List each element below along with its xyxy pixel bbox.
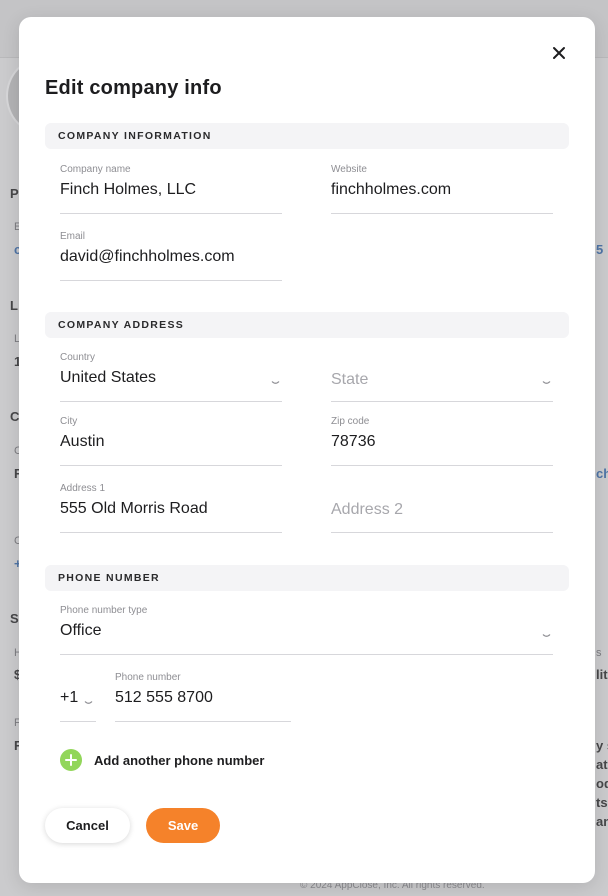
website-field[interactable]: Website finchholmes.com	[331, 164, 553, 214]
field-label: Zip code	[331, 416, 370, 427]
phone-number-field[interactable]: Phone number 512 555 8700	[115, 672, 291, 722]
section-title: COMPANY ADDRESS	[58, 319, 185, 331]
add-phone-number-label: Add another phone number	[94, 752, 265, 768]
add-phone-number-button[interactable]: Add another phone number	[60, 748, 264, 772]
zip-code-field[interactable]: Zip code 78736	[331, 416, 553, 466]
field-label: Phone number type	[60, 605, 148, 616]
section-phone-number: PHONE NUMBER	[45, 565, 569, 591]
section-title: PHONE NUMBER	[58, 572, 160, 584]
company-name-field[interactable]: Company name Finch Holmes, LLC	[60, 164, 282, 214]
close-icon	[553, 47, 565, 59]
save-button[interactable]: Save	[146, 808, 220, 843]
state-placeholder[interactable]: State	[331, 371, 368, 389]
website-value[interactable]: finchholmes.com	[331, 181, 553, 199]
background-text: ate	[596, 757, 608, 772]
background-text: ch	[596, 466, 608, 481]
company-name-value[interactable]: Finch Holmes, LLC	[60, 181, 282, 199]
address-2-field[interactable]: Address 2	[331, 483, 553, 533]
section-title: COMPANY INFORMATION	[58, 130, 212, 142]
field-label: City	[60, 416, 78, 427]
field-label: Address 1	[60, 483, 106, 494]
background-text: C	[10, 409, 20, 424]
field-label: Phone number	[115, 672, 181, 683]
close-button[interactable]	[547, 41, 571, 65]
country-select[interactable]: Country United States	[60, 352, 282, 402]
cancel-button[interactable]: Cancel	[45, 808, 130, 843]
chevron-down-icon	[542, 634, 551, 637]
field-label: Country	[60, 352, 96, 363]
section-company-information: COMPANY INFORMATION	[45, 123, 569, 149]
country-value[interactable]: United States	[60, 369, 282, 387]
phone-number-value[interactable]: 512 555 8700	[115, 689, 291, 707]
email-field[interactable]: Email david@finchholmes.com	[60, 231, 282, 281]
background-text: y s	[596, 738, 608, 753]
city-field[interactable]: City Austin	[60, 416, 282, 466]
background-text: lit	[596, 667, 608, 682]
background-text: L	[10, 298, 18, 313]
background-text: S	[10, 611, 19, 626]
address-2-placeholder[interactable]: Address 2	[331, 501, 403, 519]
add-icon	[60, 749, 82, 771]
section-company-address: COMPANY ADDRESS	[45, 312, 569, 338]
background-text: 5	[596, 242, 604, 257]
field-label: Company name	[60, 164, 131, 175]
address-1-value[interactable]: 555 Old Morris Road	[60, 500, 282, 518]
city-value[interactable]: Austin	[60, 433, 282, 451]
background-text: ody	[596, 776, 608, 791]
edit-company-info-modal: Edit company info COMPANY INFORMATION Co…	[19, 17, 595, 883]
background-text: ts,	[596, 795, 608, 810]
phone-type-select[interactable]: Phone number type Office	[60, 605, 553, 655]
background-text: s	[596, 647, 602, 659]
zip-code-value[interactable]: 78736	[331, 433, 553, 451]
field-label: Email	[60, 231, 86, 242]
plus-icon	[65, 754, 77, 766]
chevron-down-icon	[84, 701, 93, 704]
modal-title: Edit company info	[45, 77, 222, 99]
phone-type-value[interactable]: Office	[60, 622, 553, 640]
background-text: P	[10, 186, 19, 201]
chevron-down-icon	[542, 381, 551, 384]
address-1-field[interactable]: Address 1 555 Old Morris Road	[60, 483, 282, 533]
field-label: Website	[331, 164, 367, 175]
email-value[interactable]: david@finchholmes.com	[60, 248, 282, 266]
chevron-down-icon	[271, 381, 280, 384]
state-select[interactable]: State	[331, 352, 553, 402]
country-code-select[interactable]: +1	[60, 672, 96, 722]
background-text: anc	[596, 814, 608, 829]
